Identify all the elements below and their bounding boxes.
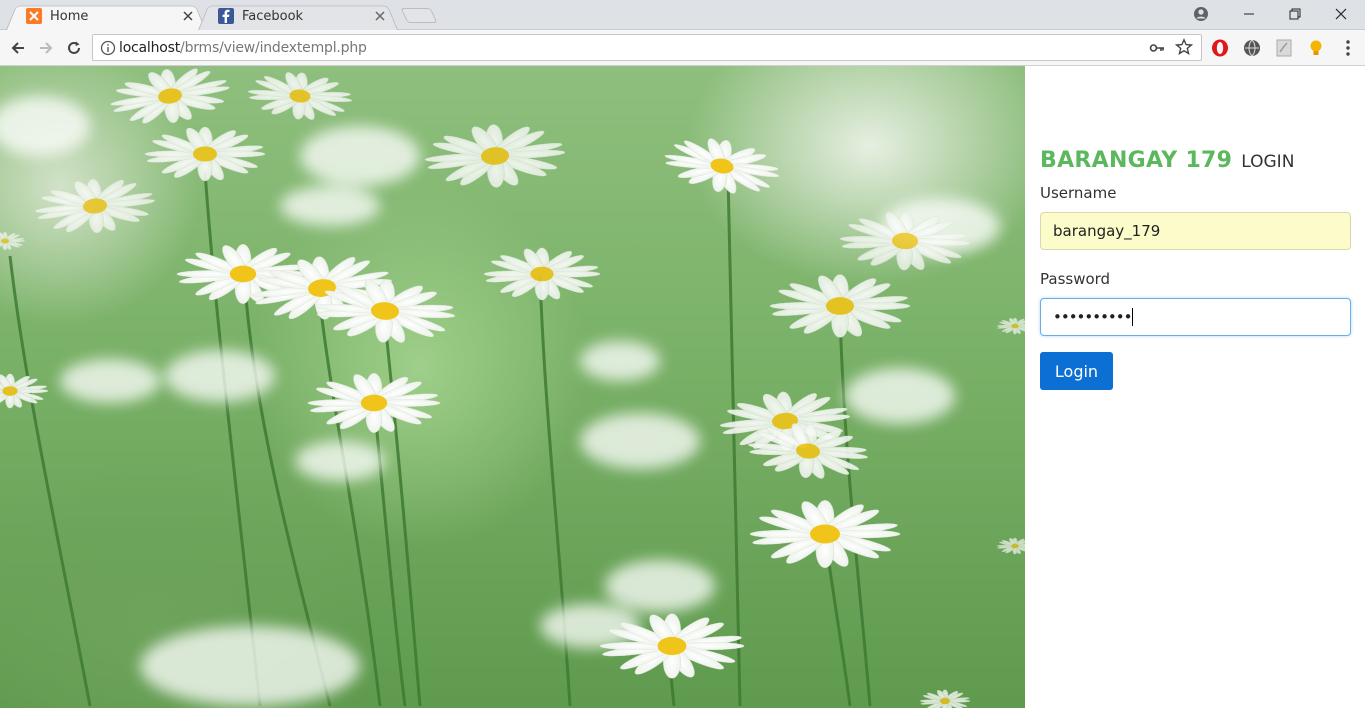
new-tab-button[interactable] (400, 8, 438, 23)
info-icon[interactable] (100, 40, 116, 56)
minimize-icon[interactable] (1226, 0, 1272, 28)
bookmark-star-icon[interactable] (1174, 38, 1194, 56)
opera-icon[interactable] (1210, 38, 1230, 58)
tab-facebook[interactable]: Facebook (198, 2, 398, 30)
forward-icon[interactable] (34, 36, 58, 60)
login-button[interactable]: Login (1040, 352, 1113, 390)
globe-extension-icon[interactable] (1242, 38, 1262, 58)
text-caret (1132, 308, 1134, 326)
profile-icon[interactable] (1178, 0, 1224, 28)
address-bar[interactable]: localhost/brms/view/indextempl.php (92, 34, 1202, 61)
xampp-icon (26, 8, 42, 24)
login-heading: BARANGAY 179 LOGIN (1040, 148, 1294, 173)
password-input[interactable]: •••••••••• (1040, 298, 1351, 336)
facebook-icon (218, 8, 234, 24)
brand-title: BARANGAY 179 (1040, 148, 1233, 173)
key-icon[interactable] (1149, 40, 1165, 56)
tab-home[interactable]: Home (6, 2, 206, 30)
close-window-icon[interactable] (1318, 0, 1364, 28)
password-label: Password (1040, 270, 1111, 288)
reload-icon[interactable] (62, 36, 86, 60)
page-content: BARANGAY 179 LOGIN Username barangay_179… (0, 66, 1365, 708)
close-tab-icon[interactable] (180, 8, 196, 24)
lightbulb-extension-icon[interactable] (1306, 38, 1326, 58)
tab-title: Facebook (242, 8, 304, 24)
tab-strip: Home Facebook (0, 0, 1365, 30)
close-tab-icon[interactable] (372, 8, 388, 24)
url-text: localhost/brms/view/indextempl.php (119, 40, 367, 56)
browser-toolbar: localhost/brms/view/indextempl.php (0, 30, 1365, 66)
tab-title: Home (50, 8, 89, 24)
username-label: Username (1040, 184, 1117, 202)
back-icon[interactable] (6, 36, 30, 60)
url-host: localhost (119, 40, 181, 56)
password-value: •••••••••• (1053, 308, 1132, 326)
menu-kebab-icon[interactable] (1338, 38, 1358, 58)
restore-icon[interactable] (1272, 0, 1318, 28)
login-title-suffix: LOGIN (1241, 152, 1295, 172)
username-value: barangay_179 (1053, 222, 1161, 240)
pdf-extension-icon[interactable] (1274, 38, 1294, 58)
login-panel: BARANGAY 179 LOGIN Username barangay_179… (1025, 66, 1365, 708)
daisy-background-image (0, 66, 1025, 708)
username-input[interactable]: barangay_179 (1040, 212, 1351, 250)
url-path: /brms/view/indextempl.php (180, 40, 367, 56)
